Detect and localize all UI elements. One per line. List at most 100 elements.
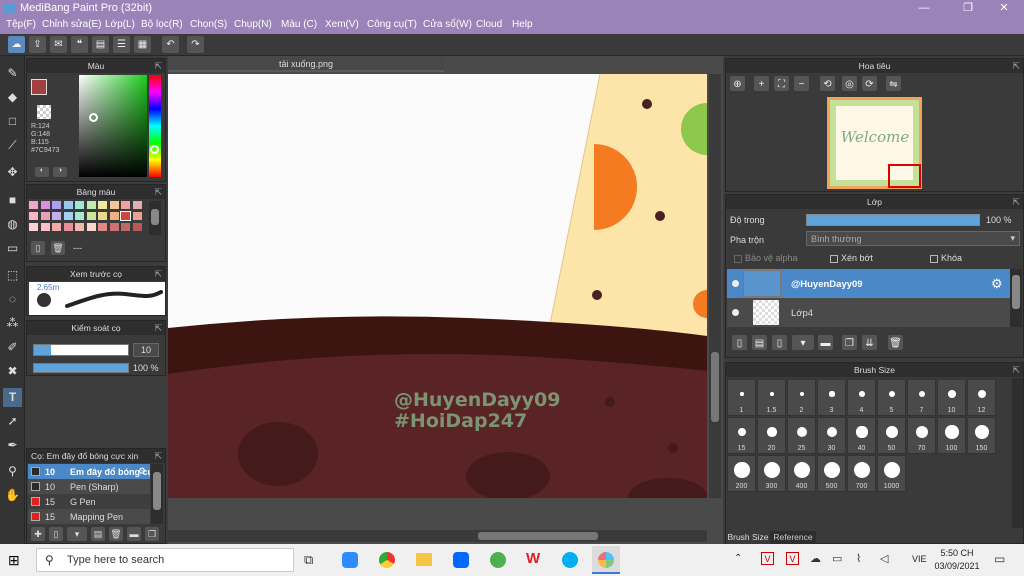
task-view-icon[interactable]: ⧉ bbox=[304, 552, 313, 568]
palette-swatch[interactable] bbox=[109, 212, 119, 220]
brush-size-option[interactable]: 3 bbox=[817, 379, 846, 416]
brush-size-option[interactable]: 10 bbox=[937, 379, 966, 416]
brush-size-option[interactable]: 100 bbox=[937, 417, 966, 454]
medibang-taskbar-icon[interactable] bbox=[592, 546, 620, 574]
new-brush-icon[interactable]: ▯ bbox=[49, 527, 63, 541]
eyedropper-icon[interactable]: ⚲ bbox=[3, 462, 22, 481]
palette-swatch[interactable] bbox=[121, 201, 130, 209]
palette-swatch[interactable] bbox=[98, 223, 107, 231]
fit-icon[interactable]: ⛶ bbox=[774, 76, 789, 91]
brush-size-option[interactable]: 700 bbox=[847, 455, 876, 492]
color-wheel-button[interactable]: ◑ bbox=[53, 167, 67, 177]
hue-cursor[interactable] bbox=[150, 145, 159, 154]
palette-swatch[interactable] bbox=[109, 201, 119, 209]
brush-size-option[interactable]: 4 bbox=[847, 379, 876, 416]
operation-tool-icon[interactable]: ➚ bbox=[3, 412, 22, 431]
brush-size-slider[interactable] bbox=[33, 344, 129, 356]
zoom-in-icon[interactable]: + bbox=[754, 76, 769, 91]
hand-tool-icon[interactable]: ✋ bbox=[3, 486, 22, 505]
undo-icon[interactable]: ↶ bbox=[162, 36, 179, 53]
wps-icon[interactable]: W bbox=[526, 550, 540, 567]
chat-icon[interactable]: ❝ bbox=[71, 36, 88, 53]
layer-list-scrollbar[interactable] bbox=[1010, 269, 1022, 327]
layer-item[interactable]: @HuyenDayy09 ⚙ bbox=[727, 269, 1010, 298]
brush-size-scrollbar[interactable] bbox=[1012, 378, 1023, 528]
new-8bit-layer-icon[interactable]: ▯ bbox=[772, 335, 787, 350]
brush-size-option[interactable]: 1.5 bbox=[757, 379, 786, 416]
merge-layer-icon[interactable]: ⇊ bbox=[862, 335, 877, 350]
zoom-icon[interactable]: ⊕ bbox=[730, 76, 745, 91]
brush-item[interactable]: 10 Em đây đổ bóng cực xịn ⚙ bbox=[28, 464, 150, 479]
trash-icon[interactable]: 🗑 bbox=[888, 335, 903, 350]
brush-item[interactable]: 15 G Pen bbox=[28, 494, 150, 509]
brush-opacity-slider[interactable] bbox=[33, 363, 129, 373]
hue-slider[interactable] bbox=[149, 75, 161, 177]
menu-cloud[interactable]: Cloud bbox=[476, 19, 502, 30]
zoom-app-icon[interactable] bbox=[342, 552, 358, 568]
palette-swatch[interactable] bbox=[109, 223, 119, 231]
protect-alpha-checkbox[interactable]: Bảo vệ alpha bbox=[734, 253, 798, 263]
foreground-color-swatch[interactable] bbox=[31, 79, 47, 95]
pin-icon[interactable]: ⇱ bbox=[154, 449, 162, 463]
battery-icon[interactable]: ▭ bbox=[832, 552, 842, 565]
rotate-right-icon[interactable]: ⟳ bbox=[862, 76, 877, 91]
comment-icon[interactable]: ✉ bbox=[50, 36, 67, 53]
text-tool-icon[interactable]: T bbox=[3, 388, 22, 407]
copy-icon[interactable]: ❐ bbox=[145, 527, 159, 541]
new-halftone-layer-icon[interactable]: ▤ bbox=[752, 335, 767, 350]
brush-size-option[interactable]: 30 bbox=[817, 417, 846, 454]
line-tool-icon[interactable]: ⟋ bbox=[3, 136, 22, 155]
brush-size-option[interactable]: 70 bbox=[907, 417, 936, 454]
flip-icon[interactable]: ⇋ bbox=[886, 76, 901, 91]
palette-swatch[interactable] bbox=[86, 223, 96, 231]
tray-app-icon[interactable]: V bbox=[786, 552, 799, 565]
menu-layer[interactable]: Lớp(L) bbox=[105, 19, 135, 30]
menu-tools[interactable]: Công cụ(T) bbox=[367, 19, 417, 30]
upload-icon[interactable]: ⇪ bbox=[29, 36, 46, 53]
volume-icon[interactable]: ◁ bbox=[880, 552, 888, 565]
redo-icon[interactable]: ↷ bbox=[187, 36, 204, 53]
brush-size-option[interactable]: 150 bbox=[967, 417, 996, 454]
input-language[interactable]: VIE bbox=[912, 554, 927, 564]
palette-swatch[interactable] bbox=[86, 212, 96, 220]
brush-size-option[interactable]: 20 bbox=[757, 417, 786, 454]
tray-app-icon[interactable]: V bbox=[761, 552, 774, 565]
palette-swatch[interactable] bbox=[75, 212, 84, 220]
duplicate-layer-icon[interactable]: ❐ bbox=[842, 335, 857, 350]
color-picker-field[interactable] bbox=[79, 75, 147, 177]
layer-item[interactable]: Lớp4 bbox=[727, 298, 1010, 327]
lasso-tool-icon[interactable]: ◌ bbox=[3, 290, 22, 309]
list-icon[interactable]: ☰ bbox=[113, 36, 130, 53]
select-pen-icon[interactable]: ✐ bbox=[3, 338, 22, 357]
pin-icon[interactable]: ⇱ bbox=[1012, 59, 1020, 73]
brush-size-option[interactable]: 50 bbox=[877, 417, 906, 454]
windows-start-icon[interactable]: ⊞ bbox=[8, 552, 24, 568]
notification-icon[interactable]: ▭ bbox=[994, 552, 1005, 566]
palette-swatch[interactable] bbox=[29, 212, 38, 220]
brush-size-option[interactable]: 200 bbox=[727, 455, 756, 492]
palette-swatch[interactable] bbox=[75, 201, 84, 209]
gradient-tool-icon[interactable]: ▭ bbox=[3, 239, 22, 258]
trash-icon[interactable]: 🗑 bbox=[51, 241, 65, 255]
brush-tool-icon[interactable]: ✎ bbox=[3, 64, 22, 83]
trash-icon[interactable]: 🗑 bbox=[109, 527, 123, 541]
menu-color[interactable]: Màu (C) bbox=[281, 19, 317, 30]
search-box[interactable]: ⚲ Type here to search bbox=[36, 548, 294, 572]
layer-add-menu-icon[interactable]: ▾ bbox=[792, 335, 814, 350]
menu-filter[interactable]: Bộ lọc(R) bbox=[141, 19, 183, 30]
cloud-icon[interactable]: ☁ bbox=[8, 36, 25, 53]
maximize-button[interactable]: ❐ bbox=[948, 0, 988, 17]
menu-edit[interactable]: Chỉnh sửa(E) bbox=[42, 19, 102, 30]
tab-brush-size[interactable]: Brush Size bbox=[726, 531, 770, 544]
palette-swatch[interactable] bbox=[121, 223, 130, 231]
palette-swatch[interactable] bbox=[120, 211, 131, 221]
dropper-tool-icon[interactable]: ✒ bbox=[3, 436, 22, 455]
menu-snap[interactable]: Chụp(N) bbox=[234, 19, 272, 30]
new-layer-icon[interactable]: ▯ bbox=[732, 335, 747, 350]
brush-item[interactable]: 15 Mapping Pen bbox=[28, 509, 150, 524]
palette-swatch[interactable] bbox=[40, 201, 50, 209]
palette-scrollbar[interactable] bbox=[149, 201, 161, 235]
skype-icon[interactable] bbox=[562, 552, 578, 568]
brush-size-option[interactable]: 1 bbox=[727, 379, 756, 416]
brush-menu-icon[interactable]: ▾ bbox=[67, 527, 87, 541]
